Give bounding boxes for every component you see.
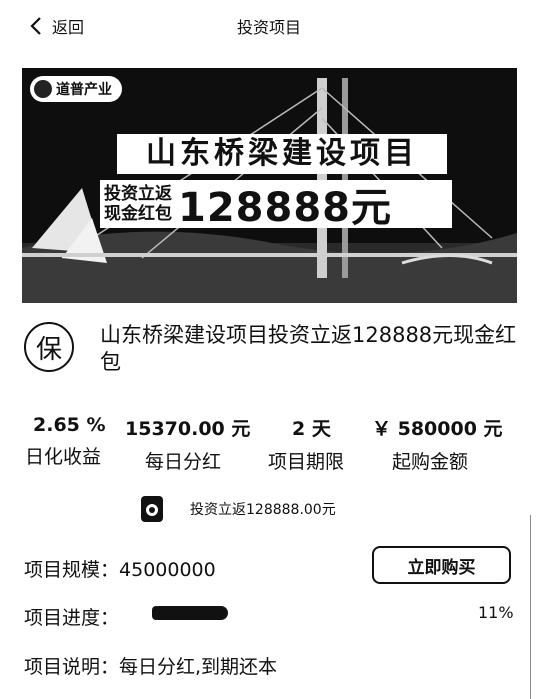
project-banner[interactable]: 道普产业 山东桥梁建设项目 投资立返 现金红包 128888元: [22, 68, 517, 303]
progress-percent: 11%: [478, 603, 514, 622]
gift-icon: [141, 496, 163, 522]
logo-text: 道普产业: [56, 82, 112, 98]
description-label: 项目说明：: [24, 656, 120, 678]
project-scale: 项目规模：45000000: [24, 555, 216, 582]
stats-row: 2.65 % 日化收益 15370.00 元 每日分红 2 天 项目期限 ￥ 5…: [0, 414, 538, 474]
scale-label: 项目规模：: [24, 559, 120, 581]
stat-daily-dividend: 15370.00 元 每日分红: [125, 414, 250, 474]
top-nav-bar: 返回 投资项目: [0, 0, 538, 52]
scale-value: 45000000: [119, 559, 216, 581]
stat-label: 项目期限: [268, 451, 345, 473]
progress-fill: [152, 606, 161, 620]
stat-term: 2 天 项目期限: [268, 414, 344, 474]
progress-label: 项目进度：: [24, 607, 120, 629]
project-description: 项目说明：每日分红,到期还本: [24, 652, 277, 679]
product-header: 保 山东桥梁建设项目投资立返128888元现金红包: [24, 318, 524, 390]
progress-bar: [152, 606, 228, 620]
logo-icon: [34, 80, 52, 98]
banner-title: 山东桥梁建设项目: [117, 134, 447, 174]
rebate-info: 投资立返128888.00元: [140, 494, 336, 524]
banner-logo: 道普产业: [30, 76, 122, 102]
guarantee-badge-icon: 保: [24, 322, 74, 372]
banner-sub-line2: 现金红包: [104, 204, 172, 224]
banner-subtitle: 投资立返 现金红包 128888元: [100, 180, 452, 231]
stat-label: 日化收益: [25, 446, 102, 468]
page-title: 投资项目: [236, 18, 301, 37]
stat-value: 15370.00 元: [125, 418, 251, 440]
stat-min-purchase: ￥ 580000 元 起购金额: [372, 414, 503, 474]
banner-sub-line1: 投资立返: [104, 184, 172, 204]
stat-label: 起购金额: [392, 451, 469, 473]
stat-value: ￥ 580000 元: [372, 418, 503, 440]
buy-now-button[interactable]: 立即购买: [372, 546, 511, 584]
stat-daily-yield: 2.65 % 日化收益: [25, 414, 106, 469]
stat-value: 2.65 %: [33, 414, 106, 436]
stat-label: 每日分红: [145, 451, 222, 473]
stat-value: 2 天: [292, 418, 331, 440]
description-value: 每日分红,到期还本: [119, 656, 278, 678]
project-progress: 项目进度：: [24, 603, 119, 630]
product-name: 山东桥梁建设项目投资立返128888元现金红包: [100, 323, 517, 374]
banner-sub-labels: 投资立返 现金红包: [100, 184, 172, 224]
banner-amount: 128888元: [178, 185, 392, 231]
right-divider: [530, 515, 531, 699]
rebate-text: 投资立返128888.00元: [190, 502, 336, 518]
